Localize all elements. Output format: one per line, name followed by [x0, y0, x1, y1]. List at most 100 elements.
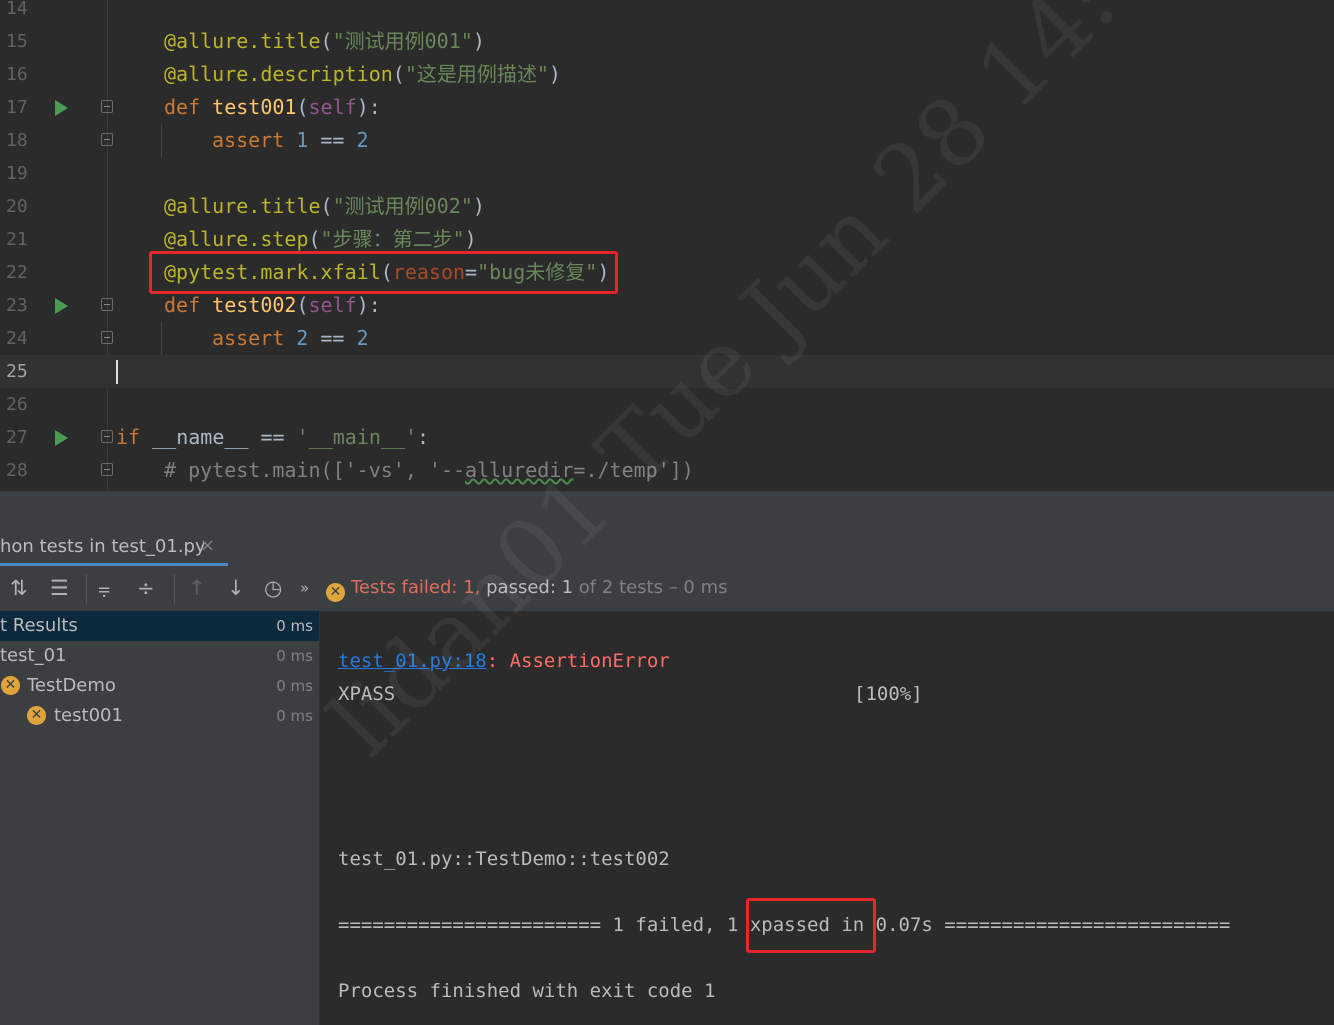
failed-icon: ✕: [27, 706, 46, 725]
code-line[interactable]: 20 @allure.title("测试用例002"): [0, 190, 1334, 223]
code-token: @allure.title: [164, 29, 321, 53]
code-line[interactable]: 15 @allure.title("测试用例001"): [0, 25, 1334, 58]
code-token: (: [392, 62, 405, 86]
console-line-test-id: test_01.py::TestDemo::test002: [338, 848, 670, 870]
run-tab-bar: hon tests in test_01.py ×: [0, 527, 1334, 568]
line-number: 20: [6, 196, 28, 217]
error-text: : AssertionError: [486, 650, 670, 672]
code-token: (: [308, 227, 321, 251]
summary-left: ======================= 1 failed,: [338, 914, 716, 936]
code-token: ): [472, 29, 485, 53]
code-line[interactable]: 24 assert 2 == 2: [0, 322, 1334, 355]
summary-right: in 0.07s =========================: [841, 914, 1231, 936]
code-line[interactable]: 16 @allure.description("这是用例描述"): [0, 58, 1334, 91]
code-token: @allure.step: [164, 227, 309, 251]
tree-item-class[interactable]: ✕ TestDemo 0 ms: [0, 671, 319, 701]
previous-failed-icon[interactable]: ↑: [188, 575, 206, 601]
code-token: ):: [356, 95, 381, 119]
run-gutter-icon[interactable]: [55, 430, 68, 446]
line-number: 27: [6, 427, 28, 448]
code-token: @allure.description: [164, 62, 393, 86]
line-number: 25: [6, 361, 28, 382]
code-line[interactable]: 19: [0, 157, 1334, 190]
code-line[interactable]: 25: [0, 355, 1334, 388]
code-token: "测试用例001": [332, 29, 473, 53]
fold-icon[interactable]: [101, 331, 113, 344]
run-tab-label: hon tests in test_01.py: [0, 536, 206, 557]
tree-item-test[interactable]: ✕ test001 0 ms: [0, 701, 319, 731]
code-token: 2: [356, 326, 369, 350]
console-line-exit: Process finished with exit code 1: [338, 980, 716, 1002]
collapse-all-icon[interactable]: ÷: [137, 575, 155, 601]
code-token: 2: [296, 326, 309, 350]
console-output[interactable]: test_01.py:18: AssertionError XPASS [100…: [320, 611, 1334, 1025]
code-line[interactable]: 27 if __name__ == '__main__':: [0, 421, 1334, 454]
close-icon[interactable]: ×: [200, 535, 215, 556]
tree-item-module[interactable]: test_01 0 ms: [0, 641, 319, 671]
line-number: 14: [6, 0, 28, 19]
status-separator: ,: [474, 577, 487, 598]
run-tab[interactable]: hon tests in test_01.py ×: [0, 527, 228, 566]
code-token: ): [548, 62, 561, 86]
code-line[interactable]: 17 def test001(self):: [0, 91, 1334, 124]
history-icon[interactable]: ◷: [264, 575, 282, 601]
more-icon[interactable]: »: [300, 575, 309, 601]
code-token: ): [472, 194, 485, 218]
code-text: def test001(self):: [164, 91, 381, 124]
code-token: self: [308, 95, 357, 119]
code-token: __name__ ==: [152, 425, 297, 449]
line-number: 17: [6, 97, 28, 118]
test-status: ✕ Tests failed: 1, passed: 1 of 2 tests –…: [326, 577, 728, 602]
code-token: ): [464, 227, 477, 251]
line-number: 24: [6, 328, 28, 349]
code-token: 1: [296, 128, 309, 152]
tree-item-label: test001: [54, 705, 123, 726]
console-line-error: test_01.py:18: AssertionError: [338, 648, 670, 674]
source-link[interactable]: test_01.py:18: [338, 650, 487, 672]
code-line[interactable]: 26: [0, 388, 1334, 421]
code-token: (: [320, 194, 333, 218]
code-token: '__main__': [296, 425, 418, 449]
line-number: 26: [6, 394, 28, 415]
console-line-xpass: XPASS: [338, 681, 395, 707]
fold-icon[interactable]: [101, 463, 113, 476]
code-line[interactable]: 14: [0, 0, 1334, 25]
code-token: (: [296, 293, 309, 317]
fold-icon[interactable]: [101, 430, 113, 443]
code-token: =./temp']): [573, 458, 694, 482]
expand-all-icon[interactable]: ⩦: [98, 575, 110, 601]
highlight-box-xpassed: [746, 898, 876, 953]
line-number: 19: [6, 163, 28, 184]
line-number: 23: [6, 295, 28, 316]
tree-item-results[interactable]: t Results 0 ms: [0, 611, 319, 641]
tree-item-time: 0 ms: [276, 617, 313, 635]
line-number: 15: [6, 31, 28, 52]
sort-duration-icon[interactable]: ☰: [50, 575, 69, 601]
code-token: alluredir: [465, 458, 574, 482]
next-failed-icon[interactable]: ↓: [227, 575, 245, 601]
panel-splitter[interactable]: [0, 490, 1334, 528]
status-rest: of 2 tests – 0 ms: [573, 577, 728, 598]
fold-icon[interactable]: [101, 100, 113, 113]
code-line[interactable]: 28 # pytest.main(['-vs', '--alluredir=./t…: [0, 454, 1334, 487]
tree-item-label: TestDemo: [27, 675, 116, 696]
highlight-box-xfail: [149, 251, 618, 294]
test-results-tree: t Results 0 ms test_01 0 ms ✕ TestDemo 0…: [0, 611, 320, 1025]
code-line[interactable]: 18 assert 1 == 2: [0, 124, 1334, 157]
sort-alpha-icon[interactable]: ⇅: [10, 575, 28, 601]
code-token: :: [417, 425, 430, 449]
code-token: "步骤：第二步": [320, 227, 465, 251]
fold-icon[interactable]: [101, 298, 113, 311]
status-passed: passed: 1: [486, 577, 574, 598]
code-text: # pytest.main(['-vs', '--alluredir=./tem…: [164, 454, 694, 487]
run-gutter-icon[interactable]: [55, 100, 68, 116]
code-editor[interactable]: 14 15 @allure.title("测试用例001") 16 @allure.de…: [0, 0, 1334, 490]
failed-icon: ✕: [326, 583, 345, 602]
run-gutter-icon[interactable]: [55, 298, 68, 314]
code-token: if: [116, 425, 153, 449]
code-token: ==: [308, 326, 357, 350]
code-text: assert 1 == 2: [212, 124, 369, 157]
code-text: @allure.title("测试用例001"): [164, 25, 485, 58]
fold-icon[interactable]: [101, 133, 113, 146]
code-token: @allure.title: [164, 194, 321, 218]
